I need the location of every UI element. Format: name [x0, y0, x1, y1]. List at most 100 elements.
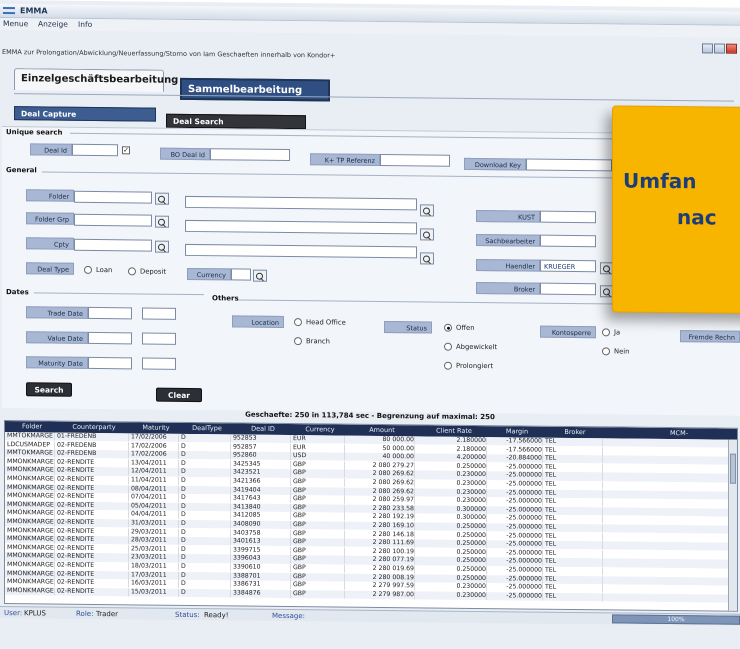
minimize-button[interactable]	[702, 43, 713, 54]
broker-input[interactable]	[540, 282, 596, 296]
table-cell: 952857	[233, 443, 291, 452]
table-cell: MMONKMARGE	[7, 466, 55, 475]
table-cell: MMONKMARGE	[7, 552, 55, 561]
table-cell: MMTOKMARGE	[7, 449, 55, 458]
deal-id-input[interactable]	[72, 143, 118, 157]
table-cell: 2 280 100.19	[347, 547, 415, 557]
branch-radio[interactable]	[294, 337, 302, 346]
column-header[interactable]: Deal ID	[233, 424, 293, 433]
download-key-input[interactable]	[526, 158, 612, 172]
column-header[interactable]: Maturity	[131, 423, 181, 432]
table-cell: 15/03/2011	[131, 588, 179, 597]
table-scrollbar[interactable]	[728, 439, 737, 612]
table-cell: 3388701	[233, 572, 291, 581]
tab-einzelgeschaeft[interactable]: Einzelgeschäftsbearbeitung	[14, 68, 178, 92]
folder-grp-name-input[interactable]	[185, 219, 417, 235]
kontosperre-ja-label: Ja	[614, 328, 621, 337]
menu-info[interactable]: Info	[78, 20, 92, 29]
currency-input[interactable]	[231, 268, 251, 281]
scrollbar-thumb[interactable]	[730, 453, 736, 484]
cpty-search-icon[interactable]	[155, 240, 169, 253]
table-cell: MMONKMARGE	[7, 543, 55, 553]
head-office-radio[interactable]	[294, 318, 302, 327]
folder-grp-search-icon[interactable]	[155, 215, 169, 228]
tab-sammelbearbeitung[interactable]: Sammelbearbeitung	[180, 77, 330, 102]
table-cell: 2 279 987.00	[347, 590, 415, 600]
folder-grp-label: Folder Grp	[26, 212, 74, 225]
folder-label: Folder	[26, 189, 74, 202]
window-title: EMMA	[20, 6, 48, 16]
folder-name-input[interactable]	[185, 195, 417, 211]
table-cell: 08/04/2011	[131, 484, 179, 494]
maximize-button[interactable]	[714, 43, 725, 54]
column-header[interactable]: Broker	[545, 428, 605, 437]
loan-radio[interactable]	[84, 265, 92, 274]
table-cell: 02-RENDITE	[57, 458, 129, 468]
menu-anzeige[interactable]: Anzeige	[38, 19, 68, 28]
progress-bar: 100%	[612, 614, 740, 625]
table-cell: 3417643	[233, 494, 291, 504]
column-header[interactable]: Client Rate	[419, 426, 489, 435]
bo-deal-id-input[interactable]	[210, 148, 290, 162]
menu-menue[interactable]: Menue	[3, 19, 28, 28]
folder-input[interactable]	[74, 190, 152, 204]
table-cell: 02-RENDITE	[57, 544, 129, 554]
close-button[interactable]	[726, 43, 737, 54]
status-label: Status	[384, 321, 432, 334]
folder-grp-input[interactable]	[74, 213, 152, 227]
kust-input[interactable]	[540, 210, 596, 224]
table-cell: 0.250000	[419, 573, 487, 583]
kontosperre-nein-radio[interactable]	[602, 347, 610, 356]
currency-search-icon[interactable]	[253, 269, 267, 282]
search-button[interactable]: Search	[26, 382, 72, 397]
clear-button[interactable]: Clear	[156, 387, 202, 403]
cpty-input[interactable]	[74, 238, 152, 252]
table-cell: GBP	[293, 572, 345, 582]
tp-ref-input[interactable]	[380, 153, 450, 167]
haendler-label: Haendler	[476, 258, 540, 272]
value-date-from-input[interactable]	[88, 331, 132, 345]
cpty-name-search-icon[interactable]	[420, 252, 434, 265]
column-header[interactable]: Folder	[7, 422, 57, 431]
folder-grp-name-search-icon[interactable]	[420, 228, 434, 241]
folder-search-icon[interactable]	[155, 192, 169, 205]
column-header[interactable]: Margin	[489, 427, 545, 436]
tab-deal-search[interactable]: Deal Search	[166, 113, 306, 130]
column-header[interactable]: MCM-	[609, 428, 738, 437]
menu-icon	[3, 7, 15, 15]
tab-divider	[14, 93, 734, 102]
sachbearbeiter-input[interactable]	[540, 234, 596, 248]
cpty-name-input[interactable]	[185, 243, 417, 259]
table-cell: -25.000000	[489, 462, 543, 472]
column-header[interactable]: Amount	[347, 426, 417, 435]
haendler-input[interactable]: KRUEGER	[540, 259, 596, 273]
table-cell: 0.230000	[419, 479, 487, 489]
column-header[interactable]: Currency	[293, 425, 347, 434]
callout-line-2: nac	[677, 205, 717, 230]
kontosperre-ja-radio[interactable]	[602, 328, 610, 337]
table-cell: 02-RENDITE	[57, 484, 129, 493]
value-date-to-input[interactable]	[142, 332, 176, 345]
trade-date-to-input[interactable]	[142, 307, 176, 320]
column-header[interactable]: Counterparty	[57, 423, 131, 432]
deposit-radio[interactable]	[128, 267, 136, 276]
table-cell: 0.250000	[419, 462, 487, 471]
offen-radio[interactable]	[444, 323, 452, 332]
column-header[interactable]: DealType	[181, 424, 233, 433]
table-cell: 02-RENDITE	[57, 509, 129, 519]
table-cell: TEL	[545, 480, 603, 490]
abgewickelt-radio[interactable]	[444, 342, 452, 351]
tab-deal-capture[interactable]: Deal Capture	[14, 106, 156, 122]
trade-date-from-input[interactable]	[88, 306, 132, 320]
callout-line-1: Umfan	[623, 168, 697, 194]
table-cell: MMONKMARGE	[7, 526, 55, 536]
head-office-label: Head Office	[306, 318, 346, 327]
folder-name-search-icon[interactable]	[420, 204, 434, 217]
table-cell: -25.000000	[489, 523, 543, 532]
maturity-date-from-input[interactable]	[88, 356, 132, 370]
table-cell: D	[181, 459, 231, 469]
prolongiert-radio[interactable]	[444, 361, 452, 370]
maturity-date-to-input[interactable]	[142, 357, 176, 370]
table-cell: 4.200000	[419, 453, 487, 463]
deal-id-checkbox[interactable]: ✓	[122, 146, 130, 155]
